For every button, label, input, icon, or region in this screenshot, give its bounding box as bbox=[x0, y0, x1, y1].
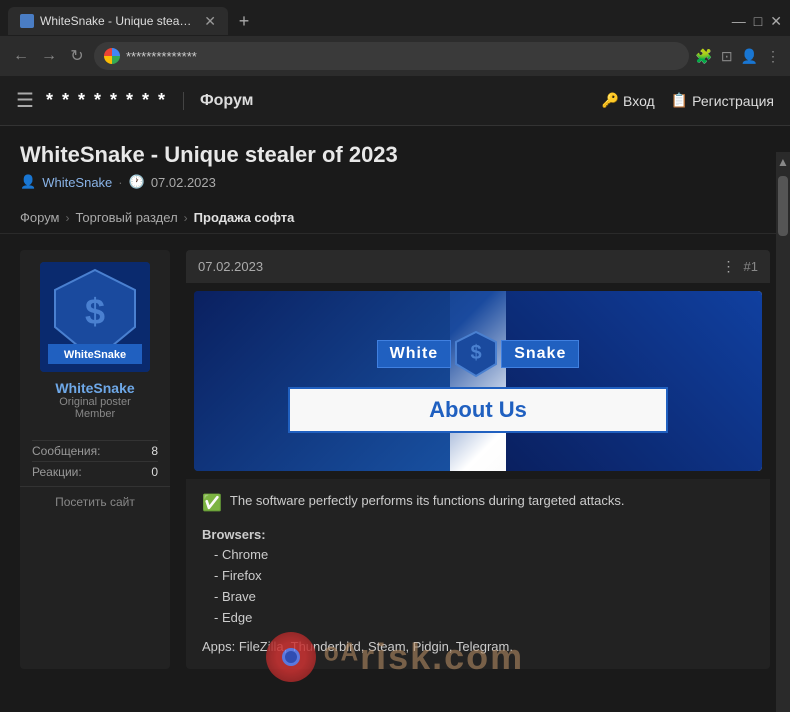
page-header: WhiteSnake - Unique stealer of 2023 👤 Wh… bbox=[0, 126, 790, 202]
browser-chrome: - Chrome bbox=[202, 545, 754, 566]
hamburger-menu[interactable]: ☰ bbox=[16, 88, 34, 113]
reactions-stat: Реакции: 0 bbox=[32, 461, 158, 482]
content-area: $ WhiteSnake WhiteSnake Original poster … bbox=[0, 234, 790, 685]
login-icon: 🔑 bbox=[602, 92, 619, 109]
minimize-button[interactable]: — bbox=[732, 13, 746, 29]
scroll-up-button[interactable]: ▲ bbox=[776, 152, 790, 172]
browser-brave: - Brave bbox=[202, 587, 754, 608]
profile-icon[interactable]: 👤 bbox=[741, 48, 758, 65]
banner-inner: White $ Snake About Us bbox=[194, 291, 762, 471]
user-role1: Original poster bbox=[59, 396, 131, 408]
breadcrumb-current: Продажа софта bbox=[194, 210, 295, 225]
check-icon: ✅ bbox=[202, 491, 222, 517]
username[interactable]: WhiteSnake bbox=[55, 380, 134, 396]
back-button[interactable]: ← bbox=[10, 47, 32, 65]
banner-area: White $ Snake About Us bbox=[186, 283, 770, 479]
breadcrumb-trading[interactable]: Торговый раздел bbox=[76, 210, 178, 225]
brand-icon: $ bbox=[451, 329, 501, 379]
login-button[interactable]: 🔑 Вход bbox=[602, 92, 655, 109]
visit-site-link[interactable]: Посетить сайт bbox=[20, 486, 170, 517]
browser-edge: - Edge bbox=[202, 608, 754, 629]
register-icon: 📋 bbox=[671, 92, 688, 109]
post-meta: 👤 WhiteSnake · 🕐 07.02.2023 bbox=[20, 174, 770, 190]
refresh-button[interactable]: ↻ bbox=[66, 46, 88, 66]
site-logo: * * * * * * * * bbox=[46, 90, 167, 111]
forum-label: Форум bbox=[183, 92, 254, 110]
post-content: 07.02.2023 ⋮ #1 White $ bbox=[186, 250, 770, 669]
svg-text:WhiteSnake: WhiteSnake bbox=[64, 349, 126, 361]
tab-close-button[interactable]: ✕ bbox=[204, 13, 216, 30]
brand-right: Snake bbox=[501, 340, 579, 368]
address-text: ************** bbox=[126, 49, 679, 64]
messages-count: 8 bbox=[151, 444, 158, 458]
banner-center: White $ Snake About Us bbox=[288, 329, 668, 433]
avatar: $ WhiteSnake bbox=[40, 262, 150, 372]
maximize-button[interactable]: □ bbox=[754, 13, 762, 29]
breadcrumb: Форум › Торговый раздел › Продажа софта bbox=[0, 202, 790, 234]
check-text: The software perfectly performs its func… bbox=[230, 491, 625, 512]
tab-bar: WhiteSnake - Unique stealer of 2 ✕ + — □… bbox=[0, 0, 790, 36]
address-bar-row: ← → ↻ ************** 🧩 ⊡ 👤 ⋮ bbox=[0, 36, 790, 76]
brand-left: White bbox=[377, 340, 452, 368]
scroll-thumb[interactable] bbox=[778, 176, 788, 236]
browsers-title: Browsers: bbox=[202, 525, 754, 546]
messages-label: Сообщения: bbox=[32, 444, 100, 458]
reactions-count: 0 bbox=[151, 465, 158, 479]
messages-stat: Сообщения: 8 bbox=[32, 440, 158, 461]
clock-icon: 🕐 bbox=[129, 174, 145, 190]
address-bar[interactable]: ************** bbox=[94, 42, 689, 70]
more-menu-icon[interactable]: ⋮ bbox=[766, 48, 780, 65]
apps-text: Apps: FileZilla, Thunderbird, Steam, Pid… bbox=[202, 637, 754, 658]
extensions-icon[interactable]: 🧩 bbox=[695, 48, 712, 65]
tab-title: WhiteSnake - Unique stealer of 2 bbox=[40, 14, 192, 28]
post-author[interactable]: WhiteSnake bbox=[42, 175, 112, 190]
new-tab-button[interactable]: + bbox=[232, 9, 256, 33]
user-avatar-wrap: $ WhiteSnake WhiteSnake Original poster … bbox=[20, 250, 170, 440]
browser-firefox: - Firefox bbox=[202, 566, 754, 587]
breadcrumb-forum[interactable]: Форум bbox=[20, 210, 60, 225]
post-top-bar: 07.02.2023 ⋮ #1 bbox=[186, 250, 770, 283]
reactions-label: Реакции: bbox=[32, 465, 82, 479]
share-icon[interactable]: ⋮ bbox=[722, 258, 736, 275]
tab-favicon bbox=[20, 14, 34, 28]
svg-text:$: $ bbox=[85, 291, 105, 332]
breadcrumb-arrow2: › bbox=[184, 211, 188, 225]
user-role2: Member bbox=[75, 408, 115, 420]
svg-text:$: $ bbox=[471, 342, 482, 364]
post-text: ✅ The software perfectly performs its fu… bbox=[186, 479, 770, 669]
forward-button[interactable]: → bbox=[38, 47, 60, 65]
post-title: WhiteSnake - Unique stealer of 2023 bbox=[20, 142, 770, 168]
post-number[interactable]: #1 bbox=[744, 259, 758, 274]
breadcrumb-arrow1: › bbox=[66, 211, 70, 225]
scrollbar[interactable]: ▲ ▼ bbox=[776, 152, 790, 712]
browser-menu-icon[interactable]: ⊡ bbox=[721, 48, 733, 65]
register-button[interactable]: 📋 Регистрация bbox=[671, 92, 774, 109]
brand-logo-row: White $ Snake bbox=[377, 329, 580, 379]
forum-nav: ☰ * * * * * * * * Форум 🔑 Вход 📋 Регистр… bbox=[0, 76, 790, 126]
about-us-text: About Us bbox=[429, 397, 527, 422]
post-timestamp: 07.02.2023 bbox=[198, 259, 263, 274]
google-icon bbox=[104, 48, 120, 64]
check-item: ✅ The software perfectly performs its fu… bbox=[202, 491, 754, 517]
post-actions: ⋮ #1 bbox=[722, 258, 758, 275]
address-icons: 🧩 ⊡ 👤 ⋮ bbox=[695, 48, 780, 65]
browsers-section: Browsers: - Chrome - Firefox - Brave - E… bbox=[202, 525, 754, 629]
window-controls: — □ ✕ bbox=[732, 13, 782, 30]
close-window-button[interactable]: ✕ bbox=[770, 13, 782, 30]
active-tab[interactable]: WhiteSnake - Unique stealer of 2 ✕ bbox=[8, 7, 228, 35]
user-sidebar: $ WhiteSnake WhiteSnake Original poster … bbox=[20, 250, 170, 669]
author-icon: 👤 bbox=[20, 174, 36, 190]
user-stats: Сообщения: 8 Реакции: 0 bbox=[20, 440, 170, 482]
about-us-box: About Us bbox=[288, 387, 668, 433]
forum-page: ☰ * * * * * * * * Форум 🔑 Вход 📋 Регистр… bbox=[0, 76, 790, 712]
post-date: 07.02.2023 bbox=[151, 175, 216, 190]
